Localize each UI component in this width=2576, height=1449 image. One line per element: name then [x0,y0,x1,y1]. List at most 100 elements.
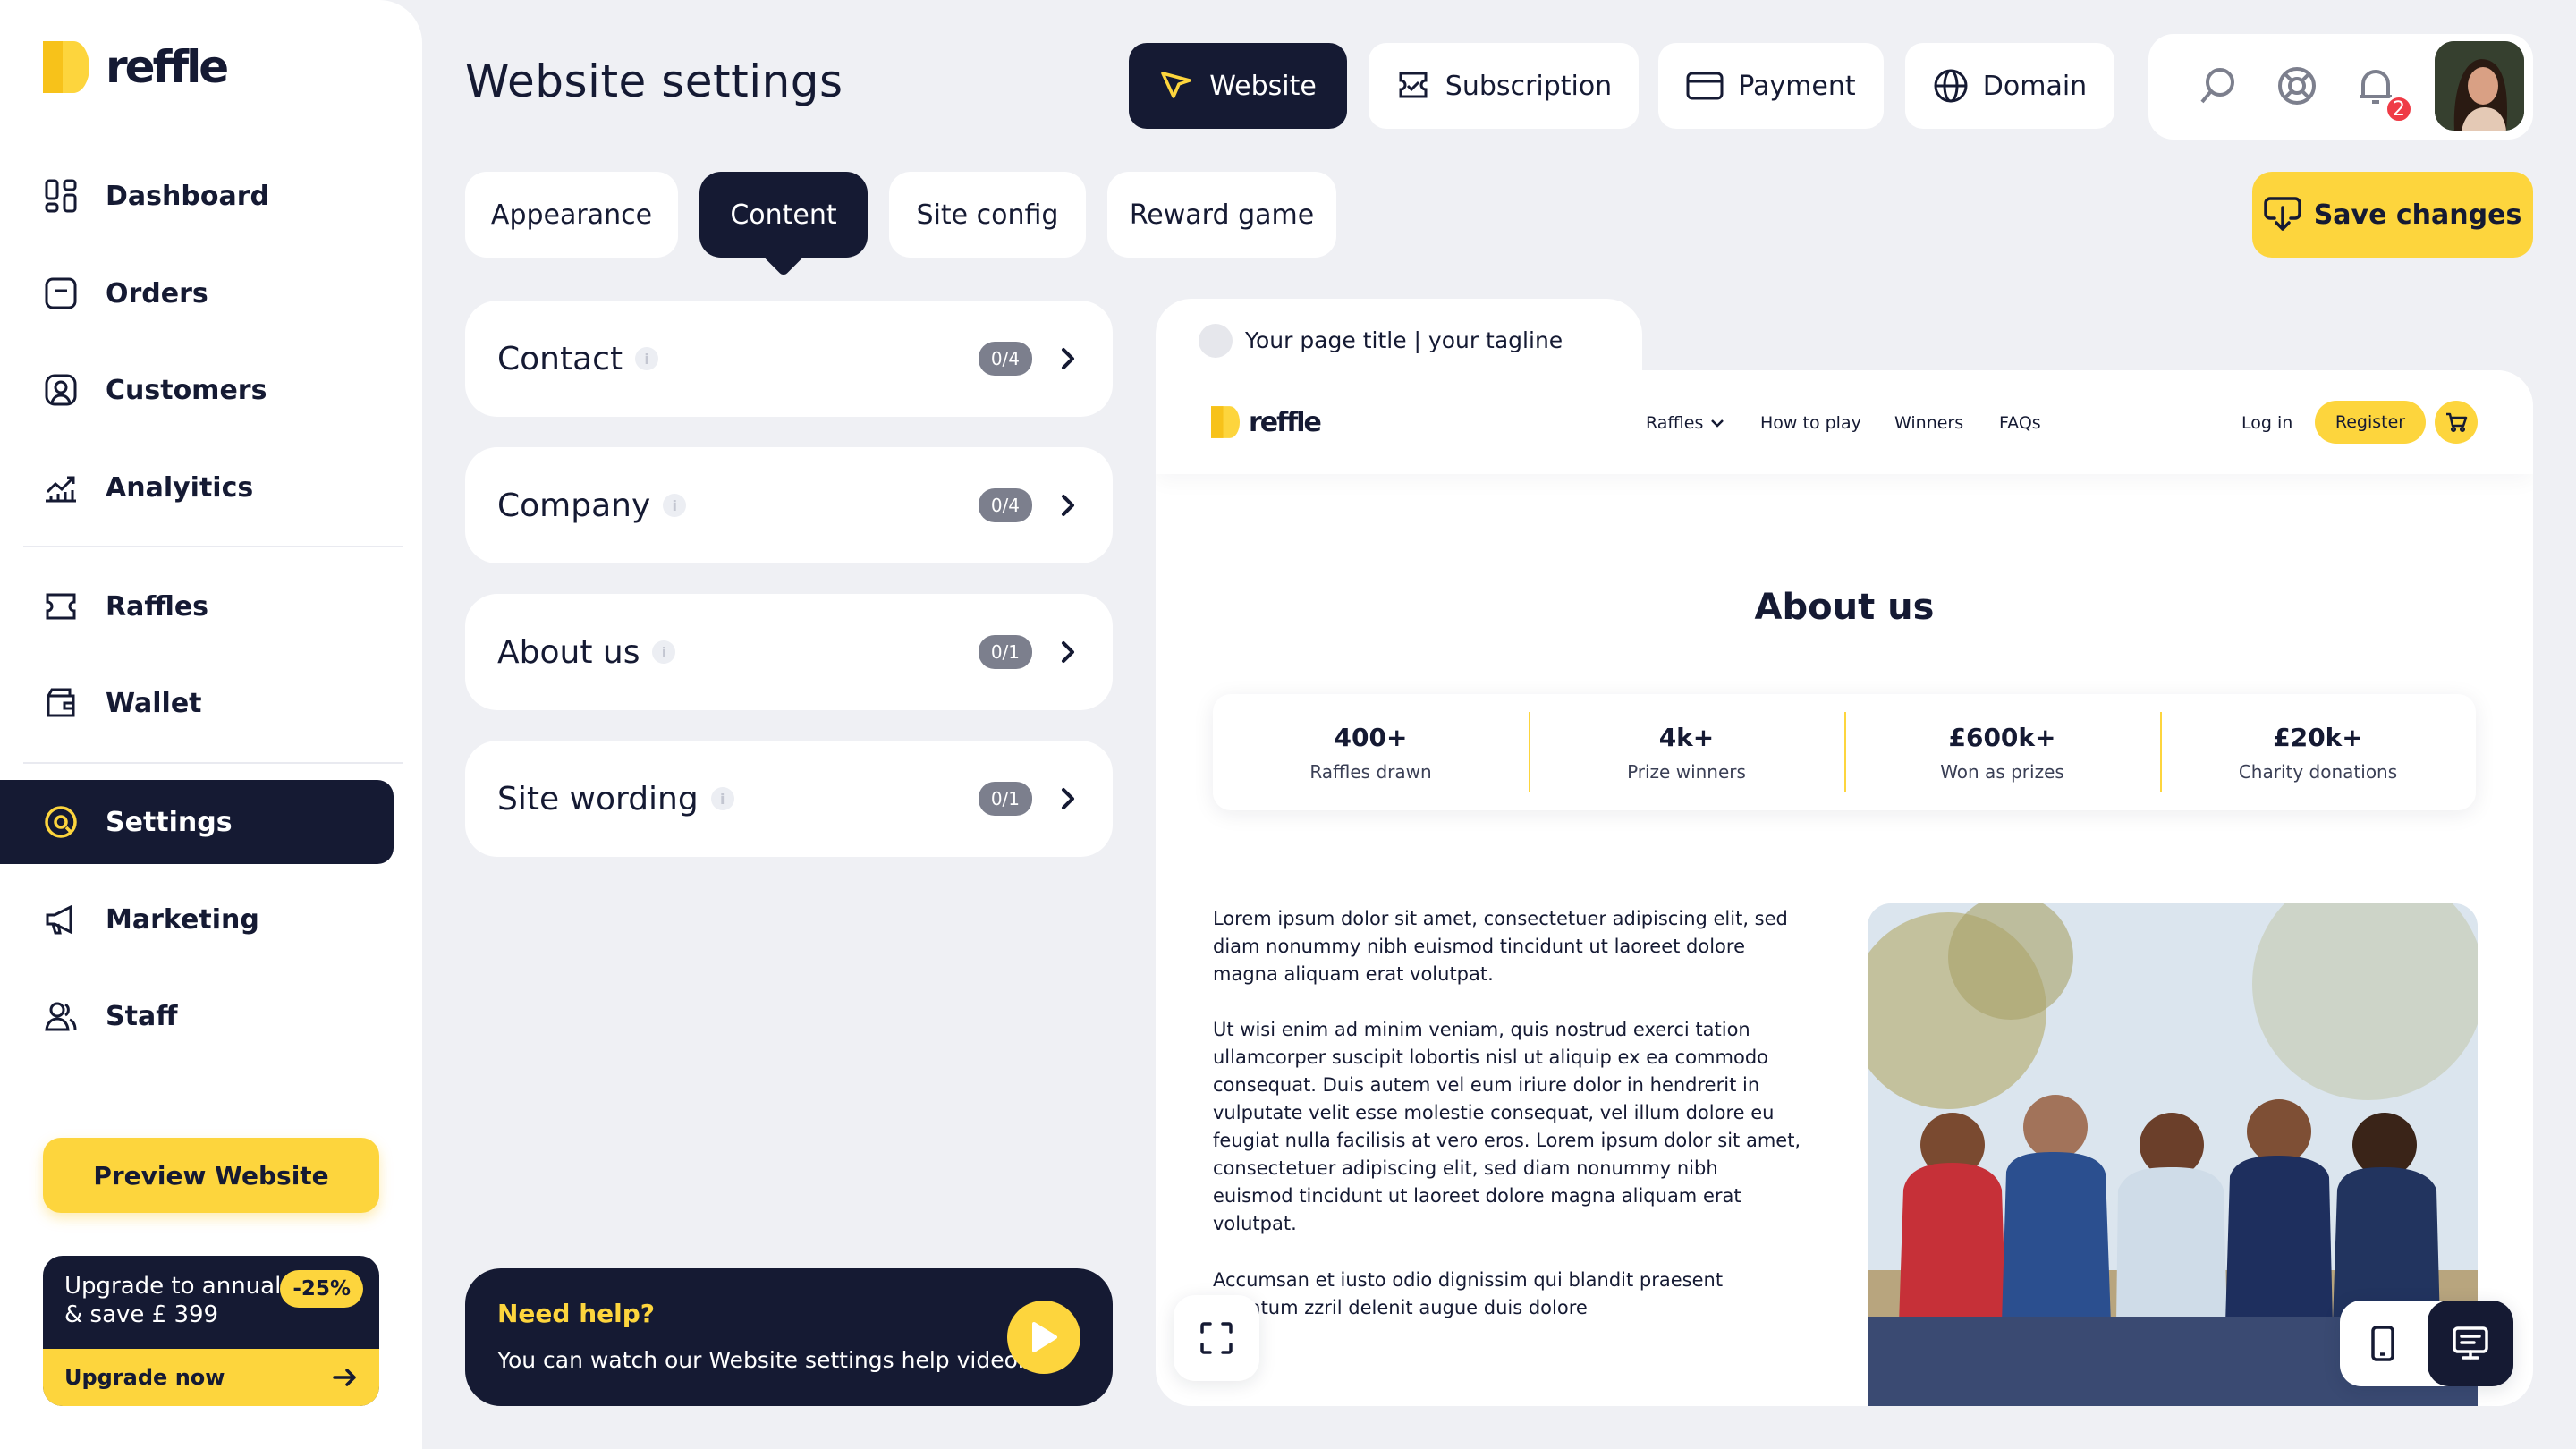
preview-nav-winners[interactable]: Winners [1894,413,1963,433]
mobile-view-button[interactable] [2340,1301,2426,1386]
tab-website[interactable]: Website [1129,43,1347,129]
customers-icon [43,372,79,408]
mobile-icon [2370,1326,2395,1361]
orders-icon [43,275,79,311]
stat-value: £20k+ [2273,722,2363,752]
stat-label: Prize winners [1627,760,1746,783]
support-icon[interactable] [2275,64,2318,107]
save-download-icon [2263,197,2301,233]
sidebar-item-label: Dashboard [106,180,269,212]
stat-item: 4k+ Prize winners [1529,694,1844,810]
preview-nav-how-to-play[interactable]: How to play [1760,413,1861,433]
cart-icon[interactable] [2435,401,2478,444]
ticket-icon [43,589,79,624]
chevron-right-icon [1054,492,1080,519]
staff-icon [43,998,79,1034]
dashboard-icon [43,178,79,214]
preview-register-button[interactable]: Register [2315,401,2426,444]
subtab-content[interactable]: Content [699,172,868,258]
sidebar-item-dashboard[interactable]: Dashboard [0,154,394,238]
card-icon [1686,71,1724,101]
stat-label: Raffles drawn [1309,760,1432,783]
sidebar-item-orders[interactable]: Orders [0,251,394,335]
preview-logo[interactable]: reffle [1211,406,1322,438]
favicon-icon [1199,324,1233,358]
tab-payment[interactable]: Payment [1658,43,1884,129]
sidebar-item-customers[interactable]: Customers [0,348,394,432]
desktop-view-button[interactable] [2428,1301,2513,1386]
preview-paragraph: Accumsan et iusto odio dignissim qui bla… [1213,1269,1724,1318]
sidebar-item-settings[interactable]: Settings [0,780,394,864]
brand-logo[interactable]: reffle [43,41,229,93]
section-contact[interactable]: Contact i 0/4 [465,301,1113,417]
avatar[interactable] [2435,41,2524,131]
sidebar-divider [23,762,402,764]
section-label: Contact [497,340,623,377]
subscription-icon [1395,68,1431,104]
sidebar-item-raffles[interactable]: Raffles [0,564,394,648]
sidebar-item-analytics[interactable]: Analyitics [0,445,394,530]
info-icon[interactable]: i [652,640,676,664]
preview-paragraph: Ut wisi enim ad minim veniam, quis nostr… [1213,1019,1801,1234]
tab-label: Website [1209,70,1317,102]
megaphone-icon [43,902,79,937]
upgrade-cta-label: Upgrade now [64,1365,225,1390]
stat-item: £600k+ Won as prizes [1844,694,2160,810]
info-icon[interactable]: i [663,494,687,517]
desktop-icon [2452,1326,2489,1361]
tab-label: Subscription [1445,70,1613,102]
info-icon[interactable]: i [635,347,659,370]
preview-site-nav: reffle Raffles How to play Winners FAQs … [1156,370,2533,474]
chevron-right-icon [1054,785,1080,812]
stat-label: Won as prizes [1940,760,2064,783]
stat-value: 400+ [1334,722,1408,752]
preview-about-title: About us [1754,587,1935,628]
sidebar-divider [23,546,402,547]
chevron-right-icon [1054,345,1080,372]
preview-nav-faqs[interactable]: FAQs [1999,413,2041,433]
upgrade-text: Upgrade to annual & save £ 399 [64,1272,281,1329]
section-count-badge: 0/4 [978,342,1032,376]
play-video-button[interactable] [1007,1301,1080,1374]
preview-website-button[interactable]: Preview Website [43,1138,379,1213]
sidebar-item-marketing[interactable]: Marketing [0,877,394,962]
arrow-right-icon [333,1367,358,1388]
preview-login-link[interactable]: Log in [2241,413,2292,433]
section-about-us[interactable]: About us i 0/1 [465,594,1113,710]
section-count-badge: 0/1 [978,782,1032,816]
fullscreen-button[interactable] [1174,1295,1259,1381]
tab-subscription[interactable]: Subscription [1368,43,1639,129]
nav-link-label: Raffles [1646,413,1704,433]
preview-stats: 400+ Raffles drawn 4k+ Prize winners £600k… [1213,694,2476,810]
subtab-site-config[interactable]: Site config [889,172,1086,258]
tab-label: Payment [1738,70,1856,102]
save-changes-button[interactable]: Save changes [2252,172,2533,258]
preview-nav-raffles[interactable]: Raffles [1646,413,1724,433]
subtab-appearance[interactable]: Appearance [465,172,678,258]
sidebar-item-label: Raffles [106,590,209,623]
stat-item: £20k+ Charity donations [2160,694,2476,810]
tab-label: Domain [1982,70,2088,102]
settings-icon [43,804,79,840]
stat-item: 400+ Raffles drawn [1213,694,1529,810]
sidebar-item-staff[interactable]: Staff [0,974,394,1058]
expand-icon [1199,1320,1234,1356]
info-icon[interactable]: i [710,787,734,810]
sidebar-item-label: Wallet [106,687,202,719]
logo-mark-icon [1211,406,1240,438]
sidebar: reffle Dashboard Orders Customers Analyi… [0,0,422,1449]
section-company[interactable]: Company i 0/4 [465,447,1113,564]
help-title: Need help? [497,1299,656,1328]
upgrade-now-button[interactable]: Upgrade now [43,1349,379,1406]
chevron-right-icon [1054,639,1080,665]
search-icon[interactable] [2197,64,2240,107]
section-site-wording[interactable]: Site wording i 0/1 [465,741,1113,857]
subtab-reward-game[interactable]: Reward game [1107,172,1336,258]
sidebar-item-label: Staff [106,1000,178,1032]
save-label: Save changes [2313,199,2522,231]
tab-domain[interactable]: Domain [1905,43,2114,129]
section-label: Site wording [497,780,699,818]
sidebar-item-wallet[interactable]: Wallet [0,661,394,745]
section-count-badge: 0/4 [978,488,1032,522]
upgrade-card[interactable]: Upgrade to annual & save £ 399 -25% Upgr… [43,1256,379,1406]
